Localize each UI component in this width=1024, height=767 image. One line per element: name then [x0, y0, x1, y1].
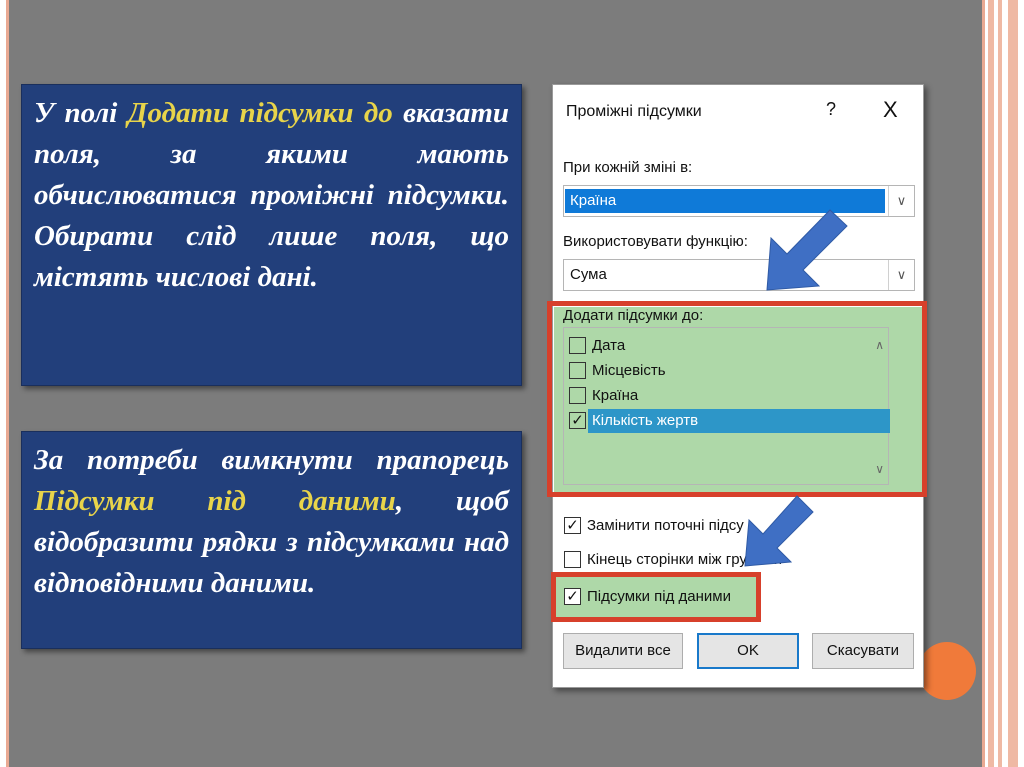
use-function-value: Сума	[570, 266, 607, 283]
remove-all-button[interactable]: Видалити все	[563, 633, 683, 669]
pointer-arrow-icon	[744, 495, 814, 567]
chevron-down-icon[interactable]: ∨	[888, 260, 914, 290]
dialog-title: Проміжні підсумки	[566, 103, 702, 120]
at-each-change-select[interactable]: Країна ∨	[563, 185, 915, 217]
pointer-arrow-icon	[766, 209, 848, 291]
instruction-text: У полі	[34, 97, 128, 129]
replace-current-checkbox[interactable]: ✓	[564, 517, 581, 534]
use-function-label: Використовувати функцію:	[563, 233, 748, 250]
decor-stripe	[998, 0, 1002, 767]
page-break-checkbox[interactable]	[564, 551, 581, 568]
ok-button[interactable]: OK	[697, 633, 799, 669]
help-button[interactable]: ?	[826, 99, 836, 120]
replace-current-label: Замінити поточні підсу	[587, 517, 744, 534]
use-function-select[interactable]: Сума ∨	[563, 259, 915, 291]
callout-frame	[551, 572, 761, 622]
highlighted-field-name: Додати підсумки до	[127, 97, 393, 129]
highlighted-option-name: Підсумки під даними	[34, 485, 396, 517]
subtotal-dialog: Проміжні підсумки ? X При кожній зміні в…	[547, 84, 927, 688]
at-each-change-label: При кожній зміні в:	[563, 159, 693, 176]
decor-circle	[918, 642, 976, 700]
callout-frame	[547, 301, 927, 497]
close-icon[interactable]: X	[883, 97, 898, 123]
instruction-text: За потреби вимкнути прапорець	[34, 444, 509, 476]
instruction-text-box: За потреби вимкнути прапорець Підсумки п…	[21, 431, 522, 649]
instruction-text-box: У полі Додати підсумки до вказати поля, …	[21, 84, 522, 386]
decor-stripe	[988, 0, 994, 767]
cancel-button[interactable]: Скасувати	[812, 633, 914, 669]
decor-stripe	[1008, 0, 1018, 767]
chevron-down-icon[interactable]: ∨	[888, 186, 914, 216]
